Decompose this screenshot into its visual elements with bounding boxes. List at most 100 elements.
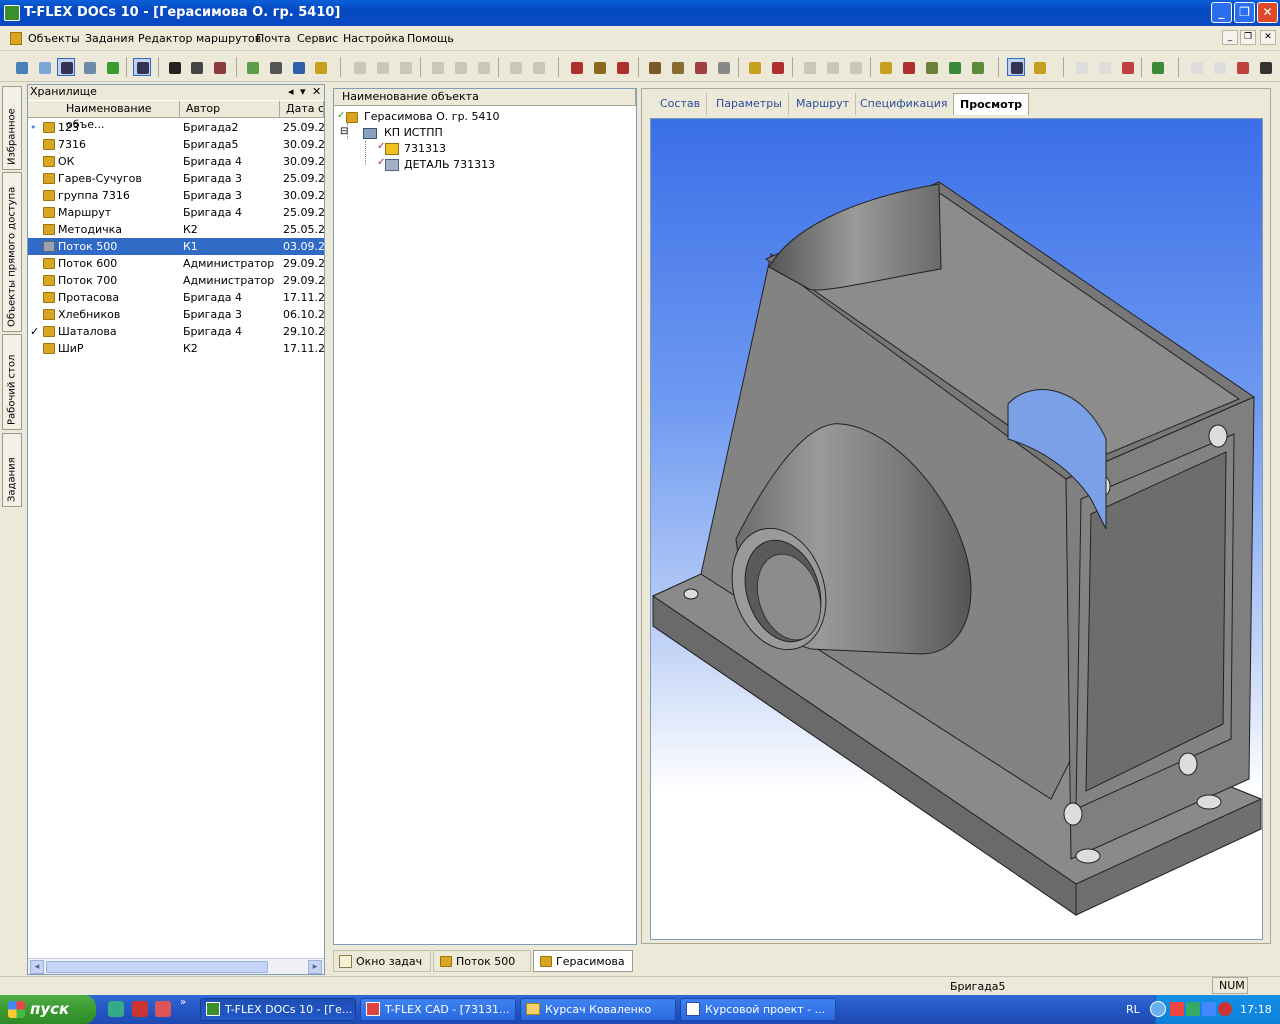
structure-column-header[interactable]: Наименование объекта	[334, 89, 636, 106]
tool-a-icon[interactable]	[428, 58, 446, 76]
panel-menu-icon[interactable]: ▾	[300, 85, 306, 98]
tray-monitor-icon[interactable]	[1202, 1002, 1216, 1016]
tool-doc-del-icon[interactable]	[1118, 58, 1136, 76]
storage-row[interactable]: Гарев-Сучугов Бригада 3 25.09.20	[28, 170, 324, 187]
tool-paste-icon[interactable]	[529, 58, 547, 76]
tool-sign-icon[interactable]	[350, 58, 368, 76]
tool-copy-icon[interactable]	[506, 58, 524, 76]
tab-route[interactable]: Маршрут	[790, 93, 857, 115]
quicklaunch-app2-icon[interactable]	[155, 1001, 171, 1017]
tab-specification[interactable]: Спецификация	[854, 93, 955, 115]
storage-row[interactable]: Поток 700 Администратор 29.09.20	[28, 272, 324, 289]
column-header-author[interactable]: Автор	[180, 101, 280, 118]
tool-o-icon[interactable]	[1256, 58, 1274, 76]
tool-c-icon[interactable]	[474, 58, 492, 76]
tool-link-icon[interactable]	[645, 58, 663, 76]
tool-new-icon[interactable]	[35, 58, 53, 76]
storage-row[interactable]: • 123 Бригада2 25.09.20	[28, 119, 324, 136]
tree-node-kp[interactable]: ⊟ КП ИСТПП	[337, 125, 617, 141]
menu-tasks[interactable]: Задания	[85, 32, 134, 45]
tool-sign3-icon[interactable]	[396, 58, 414, 76]
menu-service[interactable]: Сервис	[297, 32, 338, 45]
tool-i-icon[interactable]	[922, 58, 940, 76]
tool-doc-icon[interactable]	[1072, 58, 1090, 76]
tool-card-icon[interactable]	[1030, 58, 1048, 76]
tool-link2-icon[interactable]	[668, 58, 686, 76]
storage-row[interactable]: 7316 Бригада5 30.09.20	[28, 136, 324, 153]
panel-prev-icon[interactable]: ◂	[288, 85, 294, 98]
tab-parameters[interactable]: Параметры	[710, 93, 789, 115]
storage-row[interactable]: ОК Бригада 4 30.09.20	[28, 153, 324, 170]
tool-grid-icon[interactable]	[266, 58, 284, 76]
scroll-thumb[interactable]	[46, 961, 268, 973]
tool-link-del-icon[interactable]	[691, 58, 709, 76]
bottom-tab-task-window[interactable]: Окно задач	[333, 950, 431, 972]
app-icon[interactable]	[4, 5, 20, 21]
sidetab-desktop[interactable]: Рабочий стол	[2, 334, 22, 430]
bottom-tab-potok500[interactable]: Поток 500	[433, 950, 531, 972]
tool-sign2-icon[interactable]	[373, 58, 391, 76]
tool-find-icon[interactable]	[165, 58, 183, 76]
tool-preview-icon[interactable]	[1007, 58, 1025, 76]
tool-open-icon[interactable]	[12, 58, 30, 76]
tab-composition[interactable]: Состав	[654, 93, 708, 115]
task-folder[interactable]: Курсач Коваленко	[520, 998, 676, 1021]
tool-l-icon[interactable]	[1187, 58, 1205, 76]
tool-m-icon[interactable]	[1210, 58, 1228, 76]
tool-sync-icon[interactable]	[1148, 58, 1166, 76]
tool-check-icon[interactable]	[80, 58, 98, 76]
tool-doc2-icon[interactable]	[1095, 58, 1113, 76]
mdi-doc-icon[interactable]	[10, 32, 22, 45]
quicklaunch-ie-icon[interactable]	[108, 1001, 124, 1017]
tool-filter-icon[interactable]	[210, 58, 228, 76]
tray-shield-icon[interactable]	[1218, 1002, 1232, 1016]
tool-g-icon[interactable]	[876, 58, 894, 76]
sidetab-tasks[interactable]: Задания	[2, 433, 22, 507]
quicklaunch-app-icon[interactable]	[132, 1001, 148, 1017]
tool-f-icon[interactable]	[846, 58, 864, 76]
menu-mail[interactable]: Почта	[256, 32, 291, 45]
mdi-close-button[interactable]: ✕	[1260, 30, 1276, 45]
menu-objects[interactable]: Объекты	[28, 32, 80, 45]
tool-n-icon[interactable]	[1233, 58, 1251, 76]
storage-row[interactable]: Поток 600 Администратор 29.09.20	[28, 255, 324, 272]
tree-collapse-icon[interactable]: ⊟	[340, 126, 348, 137]
start-button[interactable]: пуск	[0, 995, 96, 1024]
storage-row[interactable]: группа 7316 Бригада 3 30.09.20	[28, 187, 324, 204]
menu-help[interactable]: Помощь	[407, 32, 454, 45]
horizontal-scrollbar[interactable]: ◂ ▸	[28, 958, 324, 974]
menu-settings[interactable]: Настройка	[343, 32, 405, 45]
language-indicator[interactable]: RL	[1126, 1003, 1140, 1016]
storage-row[interactable]: Протасова Бригада 4 17.11.20	[28, 289, 324, 306]
mdi-restore-button[interactable]: ❐	[1240, 30, 1256, 45]
tray-network-icon[interactable]	[1186, 1002, 1200, 1016]
sidetab-direct-access[interactable]: Объекты прямого доступа	[2, 172, 22, 332]
storage-row[interactable]: Поток 500 К1 03.09.20	[28, 238, 324, 255]
tool-route-icon[interactable]	[567, 58, 585, 76]
tree-node-731313[interactable]: ✓ 731313	[337, 141, 617, 157]
storage-row[interactable]: Методичка К2 25.05.20	[28, 221, 324, 238]
mdi-minimize-button[interactable]: _	[1222, 30, 1238, 45]
task-tflex-cad[interactable]: T-FLEX CAD - [73131...	[360, 998, 516, 1021]
tool-lock-icon[interactable]	[311, 58, 329, 76]
column-header-name[interactable]: Наименование объе...	[28, 101, 180, 131]
tool-k-icon[interactable]	[968, 58, 986, 76]
tool-tree-icon[interactable]	[289, 58, 307, 76]
minimize-button[interactable]: _	[1211, 2, 1232, 23]
bottom-tab-gerasimova[interactable]: Герасимова ...	[533, 950, 633, 990]
tree-node-root[interactable]: ✓ Герасимова О. гр. 5410	[337, 109, 617, 125]
storage-row[interactable]: Маршрут Бригада 4 25.09.20	[28, 204, 324, 221]
tool-h-icon[interactable]	[899, 58, 917, 76]
storage-row[interactable]: ШиР К2 17.11.20	[28, 340, 324, 357]
tool-j-icon[interactable]	[945, 58, 963, 76]
maximize-button[interactable]: ❐	[1234, 2, 1255, 23]
sidetab-favorites[interactable]: Избранное	[2, 86, 22, 170]
tool-route-del-icon[interactable]	[613, 58, 631, 76]
tool-export-icon[interactable]	[103, 58, 121, 76]
storage-row[interactable]: Хлебников Бригада 3 06.10.20	[28, 306, 324, 323]
3d-preview-viewport[interactable]	[650, 118, 1263, 940]
close-button[interactable]: ✕	[1257, 2, 1278, 23]
panel-close-icon[interactable]: ✕	[312, 85, 321, 98]
tool-goto-icon[interactable]	[714, 58, 732, 76]
tool-find-advanced-icon[interactable]	[187, 58, 205, 76]
